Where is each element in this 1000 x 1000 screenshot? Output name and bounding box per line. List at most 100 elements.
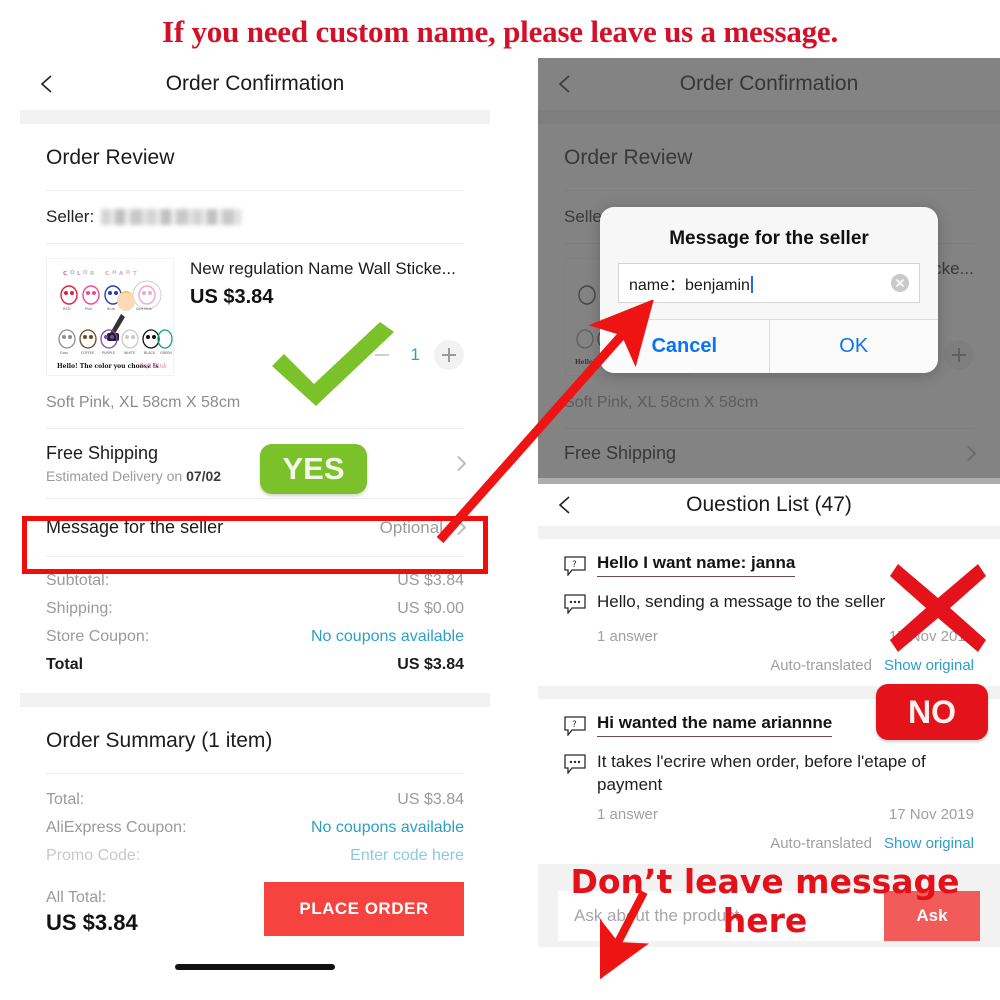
summary-row[interactable]: Promo Code: Enter code here <box>46 842 464 870</box>
totals-key: Store Coupon: <box>46 628 150 645</box>
order-summary-list: Total: US $3.84 AliExpress Coupon: No co… <box>46 774 464 870</box>
question-date: 17 Nov 2019 <box>888 805 974 823</box>
section-divider <box>20 693 490 707</box>
totals-value: US $0.00 <box>397 600 464 617</box>
aliexpress-coupon-link[interactable]: No coupons available <box>311 819 464 837</box>
dialog-text-input[interactable]: name：benjamin <box>618 263 920 303</box>
right-nav-title: Order Confirmation <box>679 72 859 95</box>
svg-text:BLACK: BLACK <box>144 351 156 355</box>
yes-badge: YES <box>260 444 367 494</box>
left-nav-divider <box>20 110 490 124</box>
dialog-title: Message for the seller <box>669 228 869 249</box>
all-total-bar: All Total: US $3.84 PLACE ORDER <box>46 870 464 946</box>
red-x-icon <box>888 562 988 659</box>
svg-text:?: ? <box>572 560 577 570</box>
question-list-title: Ouestion List (47) <box>686 493 852 516</box>
screenshot-root: If you need custom name, please leave us… <box>0 0 1000 1000</box>
dialog-input-text: name：benjamin <box>629 277 750 294</box>
svg-text:RED: RED <box>63 307 71 311</box>
shipping-row[interactable]: Free Shipping Estimated Delivery on 07/0… <box>46 429 467 498</box>
answer-bubble-icon <box>564 594 586 619</box>
svg-text:GREEN: GREEN <box>160 351 172 355</box>
answer-bubble-icon <box>564 754 586 779</box>
shipping-estimate-prefix: Estimated Delivery on <box>46 468 187 484</box>
product-thumbnail: CO LO R CH AR T RED Pink Blue Soft Pink … <box>46 258 174 376</box>
home-indicator <box>175 964 335 970</box>
svg-text:O: O <box>83 270 88 276</box>
right-navbar: Order Confirmation <box>538 58 1000 110</box>
right-nav-divider <box>538 110 1000 124</box>
totals-row[interactable]: Store Coupon: No coupons available <box>46 623 464 651</box>
totals-key: Shipping: <box>46 600 113 617</box>
product-price: US $3.84 <box>190 286 274 309</box>
highlight-rectangle <box>22 516 488 574</box>
left-navbar: Order Confirmation <box>20 58 490 110</box>
svg-text:PURPLE: PURPLE <box>102 351 115 355</box>
place-order-button[interactable]: PLACE ORDER <box>264 882 464 936</box>
answer-line: It takes l'ecrire when order, before l'e… <box>564 751 974 797</box>
total-row: Total US $3.84 <box>46 651 464 679</box>
shipping-estimate: Estimated Delivery on 07/02 <box>46 468 443 484</box>
order-review-heading: Order Review <box>46 146 175 169</box>
red-arrow-icon <box>598 890 690 985</box>
order-review-section: Order Review Seller: CO LO R CH A R T RE… <box>20 124 490 693</box>
back-chevron-icon[interactable] <box>554 73 576 95</box>
order-summary-heading: Order Summary (1 item) <box>46 729 273 752</box>
svg-text:Pink: Pink <box>85 307 93 311</box>
summary-row: Total: US $3.84 <box>46 786 464 814</box>
clear-circle-icon[interactable] <box>891 274 909 292</box>
answer-text: It takes l'ecrire when order, before l'e… <box>597 752 926 794</box>
translation-row: Auto-translated Show original <box>564 823 974 852</box>
green-check-icon <box>268 318 398 413</box>
show-original-link[interactable]: Show original <box>884 835 974 852</box>
summary-row[interactable]: AliExpress Coupon: No coupons available <box>46 814 464 842</box>
summary-key: AliExpress Coupon: <box>46 819 187 836</box>
totals-key: Subtotal: <box>46 572 110 589</box>
answer-count: 1 answer <box>597 805 658 823</box>
shipping-estimate-date: 07/02 <box>186 468 222 484</box>
store-coupon-link[interactable]: No coupons available <box>311 628 464 646</box>
total-key: Total <box>46 656 84 673</box>
totals-list: Subtotal: US $3.84 Shipping: US $0.00 St… <box>46 557 464 679</box>
back-chevron-icon[interactable] <box>36 73 58 95</box>
totals-value: US $3.84 <box>397 572 464 589</box>
svg-text:Soft Pink: Soft Pink <box>139 363 167 370</box>
right-quantity-increase-button[interactable] <box>944 340 974 370</box>
product-variant: Soft Pink, XL 58cm X 58cm <box>46 394 241 411</box>
dialog-input-value: name：benjamin <box>629 271 891 295</box>
svg-text:Blue: Blue <box>107 307 116 311</box>
all-total-value: US $3.84 <box>46 910 138 935</box>
svg-text:C: C <box>63 271 67 277</box>
svg-text:C: C <box>105 271 109 277</box>
totals-row: Shipping: US $0.00 <box>46 595 464 623</box>
svg-text:COFFEE: COFFEE <box>81 351 94 355</box>
seller-label: Seller: <box>46 207 95 226</box>
instruction-banner: If you need custom name, please leave us… <box>161 14 839 49</box>
svg-text:Soft Pink: Soft Pink <box>136 307 153 311</box>
svg-text:?: ? <box>572 720 577 730</box>
promo-code-link[interactable]: Enter code here <box>350 847 464 865</box>
shipping-title: Free Shipping <box>46 443 159 463</box>
right-order-review-heading: Order Review <box>564 146 693 169</box>
question-mark-bubble-icon: ? <box>564 716 586 741</box>
show-original-link[interactable]: Show original <box>884 657 974 674</box>
product-row[interactable]: CO LO R CH AR T RED Pink Blue Soft Pink … <box>46 244 464 382</box>
dialog-ok-button[interactable]: OK <box>770 320 939 373</box>
svg-text:Gray: Gray <box>60 351 68 355</box>
auto-translated-label: Auto-translated <box>770 657 872 674</box>
seller-name-redacted <box>101 209 242 225</box>
svg-text:O: O <box>70 270 75 276</box>
all-total-label: All Total: <box>46 889 107 906</box>
summary-value: US $3.84 <box>397 791 464 808</box>
svg-text:WHITE: WHITE <box>124 351 135 355</box>
question-text: Hi wanted the name ariannne <box>597 713 833 737</box>
order-summary-section: Order Summary (1 item) Total: US $3.84 A… <box>20 707 490 970</box>
total-value: US $3.84 <box>397 656 464 673</box>
text-caret <box>750 276 753 293</box>
left-nav-title: Order Confirmation <box>165 72 345 95</box>
red-arrow-icon <box>430 299 680 555</box>
summary-key: Total: <box>46 791 85 808</box>
seller-row[interactable]: Seller: <box>46 191 464 243</box>
question-text: Hello I want name: janna <box>597 553 796 577</box>
auto-translated-label: Auto-translated <box>770 834 872 852</box>
